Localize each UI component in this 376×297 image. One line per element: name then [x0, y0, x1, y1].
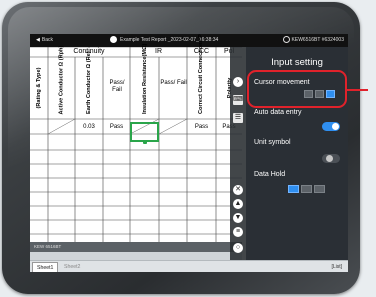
device-status[interactable]: KEW6516BT #6324003 [282, 34, 344, 47]
back-button[interactable]: ◀ Back [36, 34, 53, 47]
data-hold-label: Data Hold [254, 171, 286, 178]
callout-pointer [346, 89, 368, 91]
header-earth-conductor: Earth Conductor Ω (Re) [86, 51, 92, 114]
app-icon [110, 36, 117, 44]
arrow-up-icon[interactable]: ▲ [233, 199, 243, 209]
device-name: KEW6516BT #6324003 [291, 37, 344, 43]
panel-title: Input setting [271, 57, 323, 68]
cell-pass-fail-continuity[interactable]: Pass [103, 124, 130, 130]
clipboard-icon[interactable]: ☰ [233, 113, 243, 123]
keyboard-icon[interactable]: ⌨ [233, 95, 243, 105]
back-label: Back [41, 37, 53, 43]
tab-sheet2[interactable]: Sheet2 [60, 262, 84, 272]
auto-data-entry-toggle[interactable] [322, 122, 340, 131]
report-table: Continuity IR CCC Pol (Rating & Type) Ac… [30, 34, 242, 252]
toggle-knob [326, 155, 333, 162]
cell-earth-conductor[interactable]: 0.03 [75, 124, 103, 130]
header-active-conductor: Active Conductor Ω (Rph) [58, 45, 65, 115]
header-pass-fail-ir: Pass/ Fail [160, 80, 187, 86]
bluetooth-icon [282, 36, 290, 44]
close-icon[interactable]: ✕ [233, 185, 243, 195]
tool-column: › ⌨ ☰ ✕ ▲ ▼ ≡ ○ [230, 47, 246, 260]
cursor-handle[interactable] [143, 140, 147, 144]
sheet-list-button[interactable]: [List] [331, 262, 342, 272]
device-label-bar: KEW 6516BT [30, 242, 242, 252]
data-hold-option-3[interactable] [314, 185, 325, 193]
unit-symbol-label: Unit symbol [254, 139, 291, 146]
unit-symbol-toggle[interactable] [322, 154, 340, 163]
auto-data-entry-label: Auto data entry [254, 109, 302, 116]
zoom-icon[interactable]: ○ [233, 243, 243, 253]
data-hold-option-2[interactable] [301, 185, 312, 193]
cursor-movement-highlight [247, 70, 347, 108]
toggle-knob [332, 123, 339, 130]
tab-sheet1[interactable]: Sheet1 [32, 262, 59, 272]
arrow-down-icon[interactable]: ▼ [233, 213, 243, 223]
header-rating-type: (Rating & Type) [36, 67, 42, 109]
back-arrow-icon: ◀ [36, 37, 40, 43]
header-correct-circuit: Correct Circuit Connections Pass/ Fail [198, 34, 204, 114]
selected-cell-cursor[interactable] [130, 122, 159, 142]
header-ir: IR [155, 48, 162, 55]
scroll-band[interactable] [30, 252, 242, 260]
chevron-right-icon[interactable]: › [233, 77, 243, 87]
list-icon[interactable]: ≡ [233, 227, 243, 237]
status-bar: ◀ Back Example Test Report _2023-02-07_16… [30, 34, 348, 47]
header-pass-fail-continuity: Pass/ Fail [109, 80, 125, 93]
header-insulation-resistance: Insulation Resistance(MΩ) [142, 43, 148, 114]
sheet-tabs-bar: Sheet1 Sheet2 [List] [30, 260, 348, 272]
cell-ccc[interactable]: Pass [187, 124, 216, 130]
data-hold-option-1[interactable] [288, 185, 299, 193]
